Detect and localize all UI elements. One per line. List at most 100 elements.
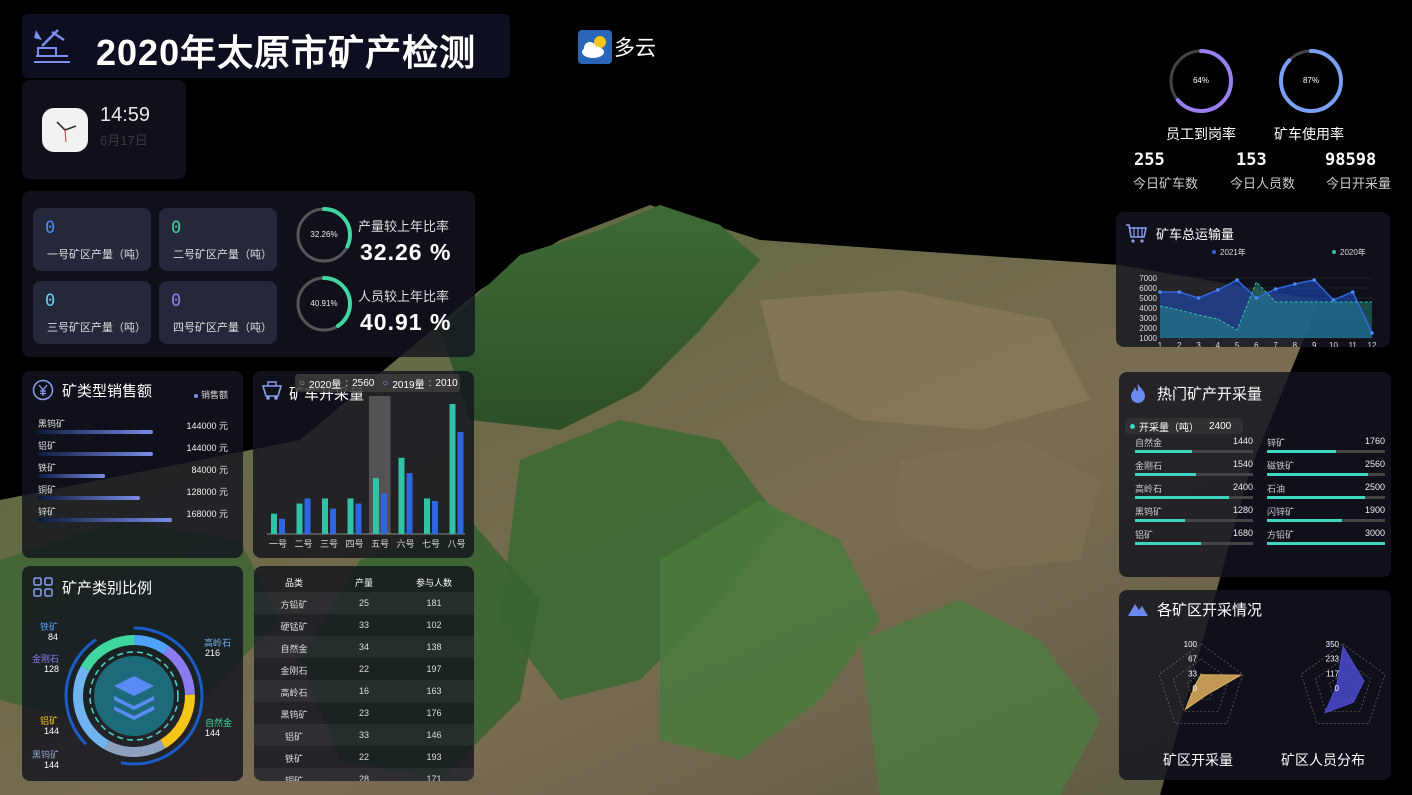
x-tick-label: 2: [1177, 341, 1182, 347]
hot-item: 金刚石 1540: [1135, 459, 1253, 481]
table-row[interactable]: 金刚石 22 197: [254, 658, 474, 680]
point-2021[interactable]: [1331, 298, 1336, 302]
x-tick-label: 8: [1293, 341, 1298, 347]
mine-1-label: 一号矿区产量（吨）: [47, 249, 146, 261]
table-cell: 23: [358, 708, 369, 718]
hot-item-value: 1680: [1232, 528, 1253, 538]
bar-2020[interactable]: [347, 498, 354, 534]
sales-row-bar: [38, 452, 154, 456]
hot-item-name: 锌矿: [1267, 438, 1286, 448]
point-2021[interactable]: [1235, 278, 1239, 282]
bar-2019[interactable]: [355, 503, 362, 534]
tooltip-dot: [1130, 423, 1135, 429]
radar-title-text: 各矿区开采情况: [1157, 601, 1263, 619]
hot-item-name: 闪锌矿: [1267, 507, 1295, 517]
bar-2019[interactable]: [304, 498, 311, 534]
bar-2020[interactable]: [271, 513, 277, 534]
bar-2020[interactable]: [424, 498, 430, 534]
bar-2020[interactable]: [296, 503, 303, 534]
table-row[interactable]: 铜矿 28 171: [254, 768, 474, 781]
hot-item: 自然金 1440: [1135, 436, 1253, 458]
output-ratio-value: 32.26 %: [360, 239, 452, 265]
hot-item: 方铅矿 3000: [1267, 528, 1385, 550]
point-2021[interactable]: [1254, 296, 1259, 300]
x-tick-label: 5: [1235, 341, 1240, 347]
donut-slice[interactable]: [104, 739, 166, 757]
hot-item-value: 2500: [1364, 482, 1385, 492]
bar-2020[interactable]: [322, 498, 328, 534]
legend-marker-2020: ○: [299, 377, 306, 389]
hot-item: 高岭石 2400: [1135, 482, 1253, 504]
mine-cart-icon: [261, 381, 283, 400]
radar-tick: 233: [1326, 655, 1340, 664]
mine-card-4[interactable]: 0 四号矿区产量（吨）: [159, 281, 277, 344]
staff-ratio-ring-text: 40.91%: [310, 299, 338, 308]
sales-row: 铁矿 84000 元: [38, 461, 234, 483]
weather-text: 多云: [614, 37, 656, 60]
bar-2019[interactable]: [330, 508, 336, 534]
sales-row-bar: [38, 474, 106, 478]
point-2021[interactable]: [1196, 296, 1201, 300]
sales-row-name: 锌矿: [38, 507, 57, 517]
hot-item: 闪锌矿 1900: [1267, 505, 1385, 527]
cloud-sun-icon: [578, 30, 612, 64]
mine-card-2[interactable]: 0 二号矿区产量（吨）: [159, 208, 277, 271]
point-2021[interactable]: [1158, 290, 1162, 294]
table-row[interactable]: 黑钨矿 23 176: [254, 702, 474, 724]
donut-slice[interactable]: [133, 635, 170, 655]
table-cell: 自然金: [280, 644, 308, 654]
table-cell: 22: [358, 664, 369, 674]
bar-2020[interactable]: [373, 478, 379, 534]
category-title-text: 矿产类别比例: [62, 579, 153, 597]
point-2021[interactable]: [1273, 287, 1278, 291]
point-2021[interactable]: [1312, 278, 1316, 282]
bar-2019[interactable]: [406, 473, 413, 534]
bar-2019[interactable]: [381, 493, 387, 534]
hot-item-track: [1135, 496, 1253, 499]
x-tick-label: 八号: [447, 539, 465, 549]
grid-icon: [33, 577, 53, 597]
hot-item-fill: [1267, 473, 1368, 476]
hot-item-name: 高岭石: [1135, 484, 1163, 494]
sales-row-name: 铁矿: [38, 463, 57, 473]
mining-legend-2020-name: 2020量: [309, 379, 342, 391]
table-row[interactable]: 自然金 34 138: [254, 636, 474, 658]
point-2021[interactable]: [1293, 282, 1297, 286]
hot-item-track: [1135, 473, 1253, 476]
bar-2020[interactable]: [398, 457, 405, 534]
hot-item-track: [1267, 473, 1385, 476]
table-cell: 方铅矿: [280, 600, 308, 610]
today-staff-value: 153: [1236, 150, 1267, 170]
staff-attendance-label: 员工到岗率: [1166, 126, 1236, 142]
mine-card-3[interactable]: 0 三号矿区产量（吨）: [33, 281, 151, 344]
hot-item-fill: [1135, 542, 1202, 545]
table-row[interactable]: 方铅矿 25 181: [254, 592, 474, 614]
point-2021[interactable]: [1370, 331, 1374, 335]
hot-item-value: 3000: [1364, 528, 1385, 538]
point-2021[interactable]: [1216, 288, 1220, 292]
sales-legend: 销售额: [194, 388, 228, 401]
bar-2019[interactable]: [457, 431, 464, 534]
x-tick-label: 六号: [396, 538, 414, 549]
table-row[interactable]: 硬锰矿 33 102: [254, 614, 474, 636]
table-row[interactable]: 铝矿 33 146: [254, 724, 474, 746]
sales-row-name: 铝矿: [38, 441, 57, 451]
table-row[interactable]: 铁矿 22 193: [254, 746, 474, 768]
mine-card-1[interactable]: 0 一号矿区产量（吨）: [33, 208, 151, 271]
mining-legend-2019-value: 2010: [435, 377, 458, 389]
point-2021[interactable]: [1350, 290, 1355, 294]
point-2021[interactable]: [1177, 290, 1182, 294]
bar-2019[interactable]: [432, 500, 438, 534]
bar-2019[interactable]: [279, 518, 285, 534]
hover-highlight: [369, 396, 391, 534]
table-row[interactable]: 高岭石 16 163: [254, 680, 474, 702]
bar-2020[interactable]: [449, 404, 456, 534]
sales-row: 锌矿 168000 元: [38, 505, 234, 527]
x-tick-label: 四号: [345, 539, 363, 549]
hot-item-value: 2560: [1364, 459, 1385, 469]
category-value-iron: 84: [48, 632, 59, 642]
mountain-icon: [1128, 604, 1148, 616]
x-tick-label: 七号: [422, 539, 440, 549]
x-tick-label: 9: [1312, 341, 1317, 347]
table-cell: 铜矿: [284, 776, 303, 781]
